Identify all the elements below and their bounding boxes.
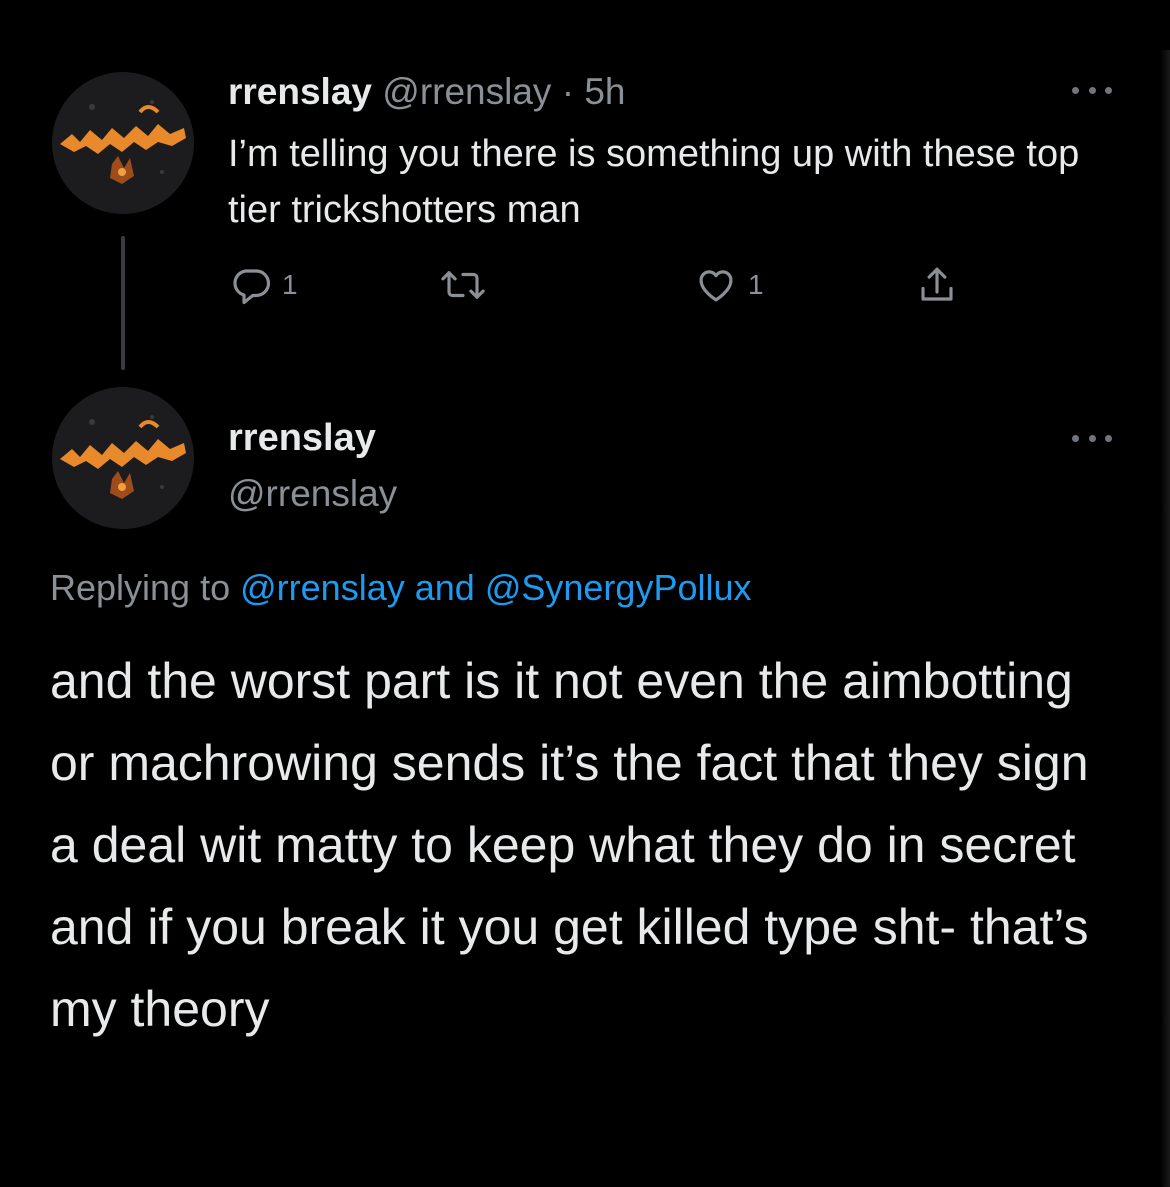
display-name[interactable]: rrenslay (228, 414, 376, 462)
user-handle[interactable]: @rrenslay (228, 470, 397, 518)
share-button[interactable] (916, 262, 958, 308)
reply-icon (233, 269, 271, 305)
avatar[interactable] (52, 72, 194, 214)
retweet-button[interactable] (440, 262, 486, 308)
like-button[interactable]: 1 (694, 262, 764, 308)
retweet-icon (441, 271, 485, 299)
display-name[interactable]: rrenslay (228, 71, 372, 112)
replying-to-line: Replying to @rrenslay and @SynergyPollux (50, 563, 752, 613)
more-options-icon[interactable] (1072, 80, 1112, 100)
reply-count: 1 (282, 269, 298, 300)
replying-and[interactable]: and (415, 567, 475, 608)
tweet-actions: 1 1 (226, 262, 986, 308)
reply-button[interactable]: 1 (230, 262, 298, 308)
share-icon (921, 267, 953, 301)
replying-prefix: Replying to (50, 567, 231, 608)
mention-link[interactable]: @SynergyPollux (485, 567, 752, 608)
like-count: 1 (748, 269, 764, 300)
screenshot: rrenslay @rrenslay · 5h I’m telling you … (0, 0, 1170, 1187)
timestamp[interactable]: 5h (584, 71, 625, 112)
tweet-header: rrenslay @rrenslay · 5h (228, 68, 625, 116)
heart-icon (699, 270, 733, 302)
avatar-graffiti-image (52, 387, 194, 529)
thread-connector-line (121, 236, 125, 370)
mention-link[interactable]: @rrenslay (240, 567, 405, 608)
avatar[interactable] (52, 387, 194, 529)
separator-dot: · (561, 71, 575, 112)
more-options-icon[interactable] (1072, 428, 1112, 448)
tweet-text: I’m telling you there is something up wi… (228, 133, 1080, 231)
window-edge (1162, 50, 1170, 1187)
user-handle[interactable]: @rrenslay (382, 71, 551, 112)
tweet-text: and the worst part is it not even the ai… (50, 653, 1089, 1037)
avatar-graffiti-image (52, 72, 194, 214)
